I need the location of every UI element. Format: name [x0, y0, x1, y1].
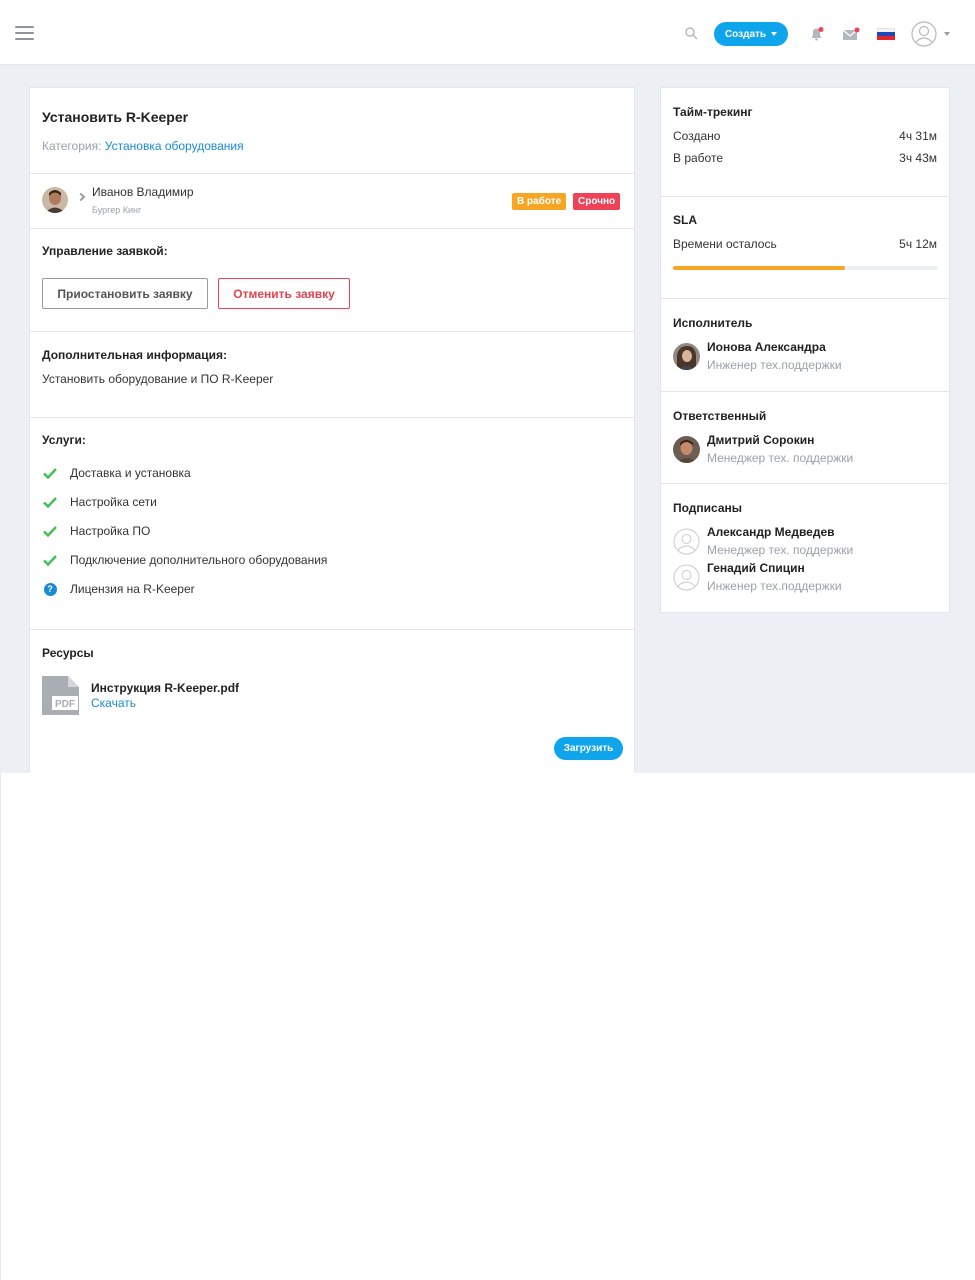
sla-remaining-row: Времени осталось 5ч 12м [673, 237, 937, 251]
priority-badge: Срочно [573, 193, 621, 210]
responsible-section: Ответственный Дмитрий Сорокин Менеджер т… [661, 392, 949, 484]
additional-info: Дополнительная информация: Установить об… [30, 332, 634, 418]
executor-role: Инженер тех.поддержки [707, 358, 842, 372]
time-tracking-heading: Тайм-трекинг [673, 105, 753, 119]
ticket-category: Категория: Установка оборудования [42, 139, 244, 153]
chevron-down-icon [771, 32, 778, 36]
additional-text: Установить оборудование и ПО R-Keeper [42, 372, 274, 386]
check-icon [42, 494, 58, 510]
status-badge: В работе [512, 193, 567, 210]
list-item: Настройка сети [42, 494, 157, 510]
avatar[interactable] [673, 343, 700, 370]
create-button[interactable]: Создать [714, 22, 788, 46]
time-tracking-section: Тайм-трекинг Создано 4ч 31м В работе 3ч … [661, 88, 949, 197]
executor-section: Исполнитель Ионова Александра Инженер те… [661, 299, 949, 392]
question-icon[interactable]: ? [42, 581, 58, 597]
subscriber-role: Менеджер тех. поддержки [707, 543, 854, 557]
svg-text:PDF: PDF [55, 699, 75, 710]
created-row: Создано 4ч 31м [673, 129, 937, 143]
created-label: Создано [673, 129, 721, 143]
bell-icon[interactable] [809, 26, 825, 42]
subscriber-name[interactable]: Генадий Спицин [707, 561, 805, 575]
sla-heading: SLA [673, 213, 697, 227]
hamburger-icon[interactable] [15, 26, 34, 41]
page-title: Установить R-Keeper [42, 109, 189, 125]
responsible-heading: Ответственный [673, 409, 767, 423]
sla-progress-fill [673, 266, 846, 270]
check-icon [42, 552, 58, 568]
sla-progress-bar [673, 266, 938, 270]
sla-section: SLA Времени осталось 5ч 12м [661, 197, 949, 299]
avatar[interactable] [42, 187, 68, 213]
responsible-role: Менеджер тех. поддержки [707, 451, 854, 465]
resources-section: Ресурсы PDF Инструкция R-Keeper.pdf Скач… [30, 630, 634, 774]
mail-icon[interactable] [842, 27, 860, 41]
executor-name[interactable]: Ионова Александра [707, 340, 826, 354]
check-icon [42, 465, 58, 481]
services-heading: Услуги: [42, 433, 86, 447]
subscriber-role: Инженер тех.поддержки [707, 579, 842, 593]
russian-flag-icon[interactable] [877, 28, 895, 40]
empty-area [0, 773, 975, 1280]
side-panel: Тайм-трекинг Создано 4ч 31м В работе 3ч … [660, 87, 950, 613]
user-placeholder-icon[interactable] [673, 564, 700, 591]
ticket-management: Управление заявкой: Приостановить заявку… [30, 229, 634, 332]
top-bar: Создать [0, 0, 975, 65]
in-work-row: В работе 3ч 43м [673, 151, 937, 165]
chevron-right-icon[interactable] [76, 192, 86, 202]
subscribers-heading: Подписаны [673, 501, 743, 515]
subscriber-name[interactable]: Александр Медведев [707, 525, 835, 539]
upload-button[interactable]: Загрузить [554, 737, 623, 760]
in-work-label: В работе [673, 151, 724, 165]
services-section: Услуги: Доставка и установка Настройка с… [30, 418, 634, 630]
client-company: Бургер Кинг [92, 205, 142, 215]
in-work-value: 3ч 43м [899, 151, 937, 165]
list-item: Подключение дополнительного оборудования [42, 552, 327, 568]
service-label: Настройка ПО [70, 524, 151, 538]
sla-remaining-value: 5ч 12м [899, 237, 937, 251]
subscribers-section: Подписаны Александр Медведев Менеджер те… [661, 484, 949, 612]
user-placeholder-icon[interactable] [673, 528, 700, 555]
ticket-header: Установить R-Keeper Категория: Установка… [30, 88, 634, 174]
category-label: Категория: [42, 139, 102, 153]
service-label: Доставка и установка [70, 466, 191, 480]
resources-heading: Ресурсы [42, 646, 94, 660]
user-icon[interactable] [911, 21, 937, 47]
management-heading: Управление заявкой: [42, 244, 168, 258]
file-name: Инструкция R-Keeper.pdf [91, 681, 240, 695]
check-icon [42, 523, 58, 539]
ticket-card: Установить R-Keeper Категория: Установка… [29, 87, 635, 773]
service-label: Подключение дополнительного оборудования [70, 553, 328, 567]
sla-remaining-label: Времени осталось [673, 237, 777, 251]
category-link[interactable]: Установка оборудования [105, 139, 244, 153]
cancel-button[interactable]: Отменить заявку [218, 278, 350, 309]
list-item: Настройка ПО [42, 523, 150, 539]
client-row: Иванов Владимир Бургер Кинг В работе Сро… [30, 174, 634, 229]
created-value: 4ч 31м [899, 129, 937, 143]
create-button-label: Создать [724, 28, 767, 40]
pdf-file-icon[interactable]: PDF [42, 676, 80, 715]
chevron-down-icon[interactable] [944, 32, 950, 36]
service-label: Лицензия на R-Keeper [70, 582, 195, 596]
avatar[interactable] [673, 436, 700, 463]
additional-heading: Дополнительная информация: [42, 348, 227, 362]
download-link[interactable]: Скачать [91, 696, 136, 710]
list-item: ? Лицензия на R-Keeper [42, 581, 195, 597]
pause-button[interactable]: Приостановить заявку [42, 278, 208, 309]
client-name[interactable]: Иванов Владимир [92, 185, 194, 199]
list-item: Доставка и установка [42, 465, 191, 481]
search-icon[interactable] [685, 27, 698, 40]
executor-heading: Исполнитель [673, 316, 753, 330]
responsible-name[interactable]: Дмитрий Сорокин [707, 433, 814, 447]
service-label: Настройка сети [70, 495, 157, 509]
